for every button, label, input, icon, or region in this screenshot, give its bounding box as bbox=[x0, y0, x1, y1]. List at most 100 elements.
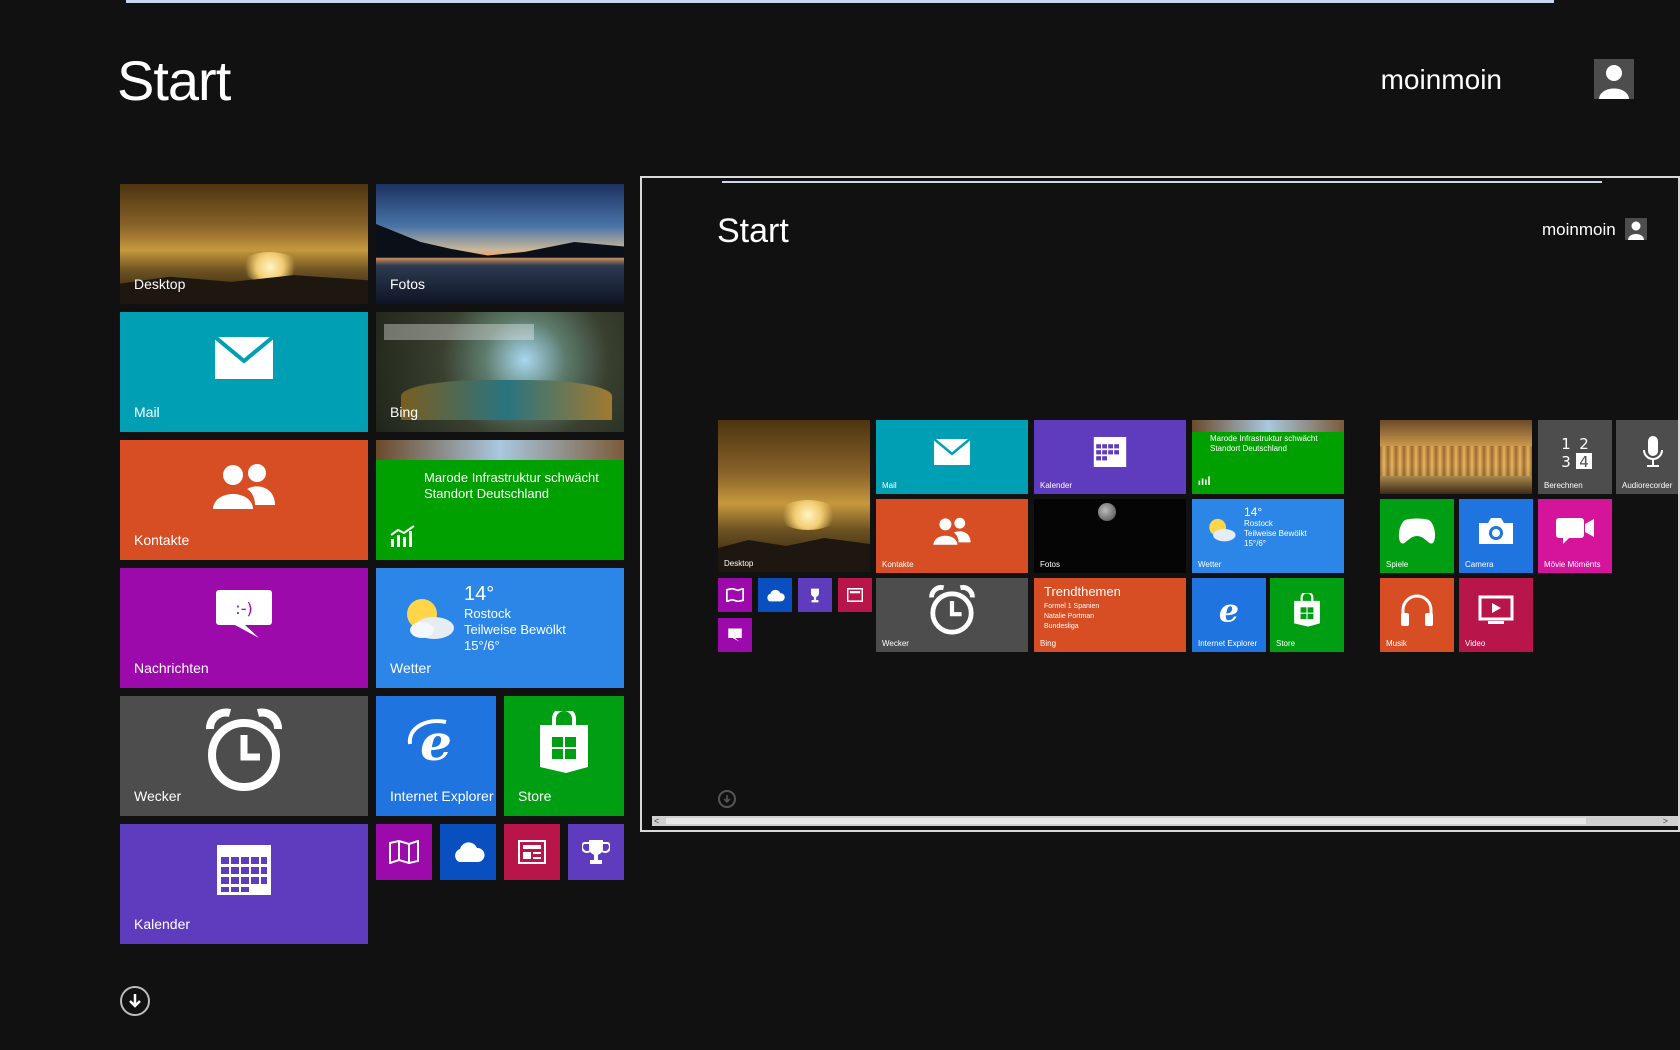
scroll-right-arrow-icon[interactable]: > bbox=[1663, 816, 1668, 826]
trophy-icon bbox=[798, 578, 832, 612]
desktop-tile[interactable]: Desktop bbox=[120, 184, 368, 304]
preview-wecker-tile[interactable]: Wecker bbox=[876, 578, 1028, 652]
chart-trend-icon bbox=[390, 525, 416, 552]
preview-fotos-tile[interactable]: Fotos bbox=[1034, 499, 1186, 573]
store-bag-icon bbox=[1270, 578, 1344, 642]
preview-audiorecorder-tile[interactable]: Audiorecorder bbox=[1616, 420, 1678, 494]
all-apps-arrow-button[interactable] bbox=[120, 986, 150, 1016]
preview-camera-tile[interactable]: Camera bbox=[1459, 499, 1533, 573]
fotos-tile[interactable]: Fotos bbox=[376, 184, 624, 304]
preview-kalender-tile[interactable]: Kalender bbox=[1034, 420, 1186, 494]
preview-video-tile[interactable]: Video bbox=[1459, 578, 1533, 652]
preview-skydrive-tile[interactable] bbox=[758, 578, 792, 612]
page-title: Start bbox=[117, 49, 231, 112]
tile-label: Kontakte bbox=[882, 560, 914, 569]
people-icon bbox=[120, 440, 368, 532]
skydrive-tile[interactable] bbox=[440, 824, 496, 880]
preview-photo-tile[interactable] bbox=[1380, 420, 1532, 494]
preview-internet-explorer-tile[interactable]: e Internet Explorer bbox=[1192, 578, 1266, 652]
tile-label: Spiele bbox=[1386, 560, 1409, 569]
user-name[interactable]: moinmoin bbox=[1381, 64, 1502, 96]
weather-temperature: 14° bbox=[1244, 505, 1263, 519]
preview-maps-tile[interactable] bbox=[718, 578, 752, 612]
weather-condition: Teilweise Bewölkt bbox=[464, 622, 566, 637]
internet-explorer-tile[interactable]: e Internet Explorer bbox=[376, 696, 496, 816]
preview-desktop-tile[interactable]: Desktop bbox=[718, 420, 870, 572]
scrollbar-thumb[interactable] bbox=[666, 818, 1586, 824]
trend-item: Bundesliga bbox=[1044, 623, 1079, 630]
message-icon bbox=[718, 618, 752, 652]
tile-label: Wetter bbox=[1198, 560, 1222, 569]
preview-news-tile[interactable] bbox=[838, 578, 872, 612]
nachrichten-tile[interactable]: :-) Nachrichten bbox=[120, 568, 368, 688]
tile-label: Musik bbox=[1386, 639, 1407, 648]
preview-trending-tile[interactable]: Trendthemen Formel 1 Spanien Natalie Por… bbox=[1034, 578, 1186, 652]
calendar-icon bbox=[120, 824, 368, 916]
preview-movie-moments-tile[interactable]: Mövie Mömënts bbox=[1538, 499, 1612, 573]
scroll-left-arrow-icon[interactable]: < bbox=[654, 816, 659, 826]
game-controller-icon bbox=[1380, 499, 1454, 563]
preview-spiele-tile[interactable]: Spiele bbox=[1380, 499, 1454, 573]
tile-label: Fotos bbox=[390, 276, 426, 292]
preview-sport-tile[interactable] bbox=[798, 578, 832, 612]
bing-tile[interactable]: Bing bbox=[376, 312, 624, 432]
kontakte-tile[interactable]: Kontakte bbox=[120, 440, 368, 560]
preview-avatar-icon bbox=[1625, 218, 1647, 240]
cloud-icon bbox=[440, 824, 496, 880]
finance-headline: Marode Infrastruktur schwächt Standort D… bbox=[424, 470, 599, 501]
tile-label: Store bbox=[1276, 639, 1296, 648]
weather-condition: Teilweise Bewölkt bbox=[1244, 529, 1307, 538]
maps-tile[interactable] bbox=[376, 824, 432, 880]
preview-horizontal-scrollbar[interactable]: < > bbox=[652, 816, 1678, 826]
preview-nachrichten-tile[interactable] bbox=[718, 618, 752, 652]
weather-range: 15°/6° bbox=[464, 638, 500, 653]
tile-label: Mail bbox=[134, 404, 160, 420]
tile-label: Bing bbox=[1040, 639, 1057, 648]
parliament-image bbox=[1380, 446, 1532, 476]
svg-text:e: e bbox=[1219, 592, 1239, 628]
mail-icon bbox=[120, 312, 368, 404]
moon-image bbox=[1098, 503, 1116, 521]
people-icon bbox=[876, 499, 1028, 563]
bing-search-box bbox=[384, 324, 534, 340]
preview-mail-tile[interactable]: Mail bbox=[876, 420, 1028, 494]
tile-label: Mail bbox=[882, 481, 897, 490]
mail-icon bbox=[876, 420, 1028, 484]
calendar-icon bbox=[1034, 420, 1186, 484]
preview-finance-tile[interactable]: Marode Infrastruktur schwächt Standort D… bbox=[1192, 420, 1344, 494]
preview-kontakte-tile[interactable]: Kontakte bbox=[876, 499, 1028, 573]
microphone-icon bbox=[1616, 420, 1678, 484]
tile-label: Wetter bbox=[390, 660, 431, 676]
news-tile[interactable] bbox=[504, 824, 560, 880]
preview-berechnen-tile[interactable]: 1234 Berechnen bbox=[1538, 420, 1612, 494]
top-accent-bar bbox=[126, 0, 1554, 3]
svg-text:4: 4 bbox=[1579, 453, 1589, 470]
start-screen-preview-window[interactable]: Start moinmoin Desktop Mail Kalender Mar… bbox=[640, 176, 1680, 832]
internet-explorer-icon: e bbox=[1192, 578, 1266, 642]
store-bag-icon bbox=[504, 696, 624, 788]
wetter-tile[interactable]: 14° Rostock Teilweise Bewölkt 15°/6° Wet… bbox=[376, 568, 624, 688]
map-icon bbox=[718, 578, 752, 612]
headphones-icon bbox=[1380, 578, 1454, 642]
weather-city: Rostock bbox=[464, 606, 511, 621]
kalender-tile[interactable]: Kalender bbox=[120, 824, 368, 944]
tile-label: Desktop bbox=[724, 559, 754, 568]
chart-trend-icon bbox=[1198, 472, 1212, 490]
finance-tile[interactable]: Marode Infrastruktur schwächt Standort D… bbox=[376, 440, 624, 560]
tile-label: Wecker bbox=[134, 788, 182, 804]
wecker-tile[interactable]: Wecker bbox=[120, 696, 368, 816]
store-tile[interactable]: Store bbox=[504, 696, 624, 816]
sport-tile[interactable] bbox=[568, 824, 624, 880]
preview-musik-tile[interactable]: Musik bbox=[1380, 578, 1454, 652]
tile-label: Desktop bbox=[134, 276, 186, 292]
tile-label: Camera bbox=[1465, 560, 1494, 569]
svg-text:1: 1 bbox=[1561, 435, 1571, 453]
preview-store-tile[interactable]: Store bbox=[1270, 578, 1344, 652]
svg-text:3: 3 bbox=[1561, 453, 1571, 470]
user-avatar-icon[interactable] bbox=[1594, 59, 1634, 99]
trend-title: Trendthemen bbox=[1044, 584, 1121, 599]
camera-icon bbox=[1459, 499, 1533, 563]
preview-wetter-tile[interactable]: 14° Rostock Teilweise Bewölkt 15°/6° Wet… bbox=[1192, 499, 1344, 573]
preview-all-apps-button[interactable] bbox=[718, 790, 736, 808]
mail-tile[interactable]: Mail bbox=[120, 312, 368, 432]
